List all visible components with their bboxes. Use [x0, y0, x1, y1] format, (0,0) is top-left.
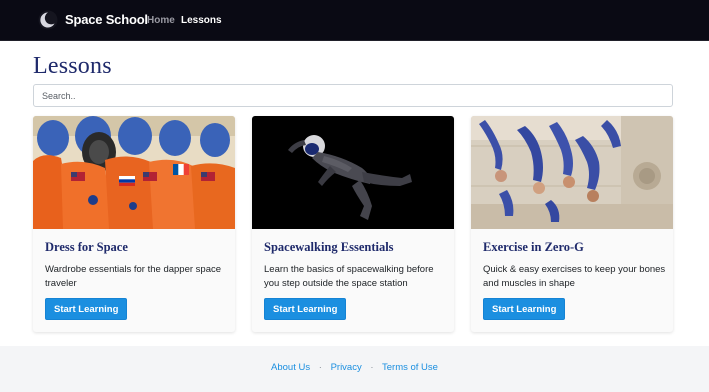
card-title: Exercise in Zero-G — [483, 240, 584, 254]
lesson-card-dress-for-space: Dress for Space Wardrobe essentials for … — [33, 116, 235, 332]
card-title: Spacewalking Essentials — [264, 240, 394, 254]
brand-name[interactable]: Space School — [65, 12, 148, 27]
start-learning-button[interactable]: Start Learning — [483, 298, 566, 320]
start-learning-button[interactable]: Start Learning — [264, 298, 347, 320]
card-title: Dress for Space — [45, 240, 128, 254]
zero-gravity-crew-image — [471, 116, 673, 229]
footer-separator: · — [370, 362, 374, 373]
search-input[interactable] — [33, 84, 673, 107]
footer-link-privacy[interactable]: Privacy — [331, 362, 362, 373]
top-navbar: Space School Home Lessons — [0, 0, 709, 41]
nav-link-home[interactable]: Home — [147, 15, 175, 26]
astronaut-floating-image — [252, 116, 454, 229]
lesson-card-exercise-in-zero-g: Exercise in Zero-G Quick & easy exercise… — [471, 116, 673, 332]
card-text: Quick & easy exercises to keep your bone… — [483, 264, 666, 289]
footer-link-about-us[interactable]: About Us — [271, 362, 310, 373]
footer-separator: · — [318, 362, 322, 373]
page-footer: About Us · Privacy · Terms of Use — [0, 346, 709, 392]
footer-links: About Us · Privacy · Terms of Use — [0, 362, 709, 373]
page-title: Lessons — [33, 53, 112, 79]
card-text: Wardrobe essentials for the dapper space… — [45, 264, 222, 289]
card-text: Learn the basics of spacewalking before … — [264, 264, 434, 289]
lesson-card-spacewalking-essentials: Spacewalking Essentials Learn the basics… — [252, 116, 454, 332]
start-learning-button[interactable]: Start Learning — [45, 298, 128, 320]
moon-logo-icon[interactable] — [38, 10, 58, 30]
footer-link-terms-of-use[interactable]: Terms of Use — [382, 362, 438, 373]
nav-link-lessons[interactable]: Lessons — [181, 15, 222, 26]
orange-spacesuits-image — [33, 116, 235, 229]
